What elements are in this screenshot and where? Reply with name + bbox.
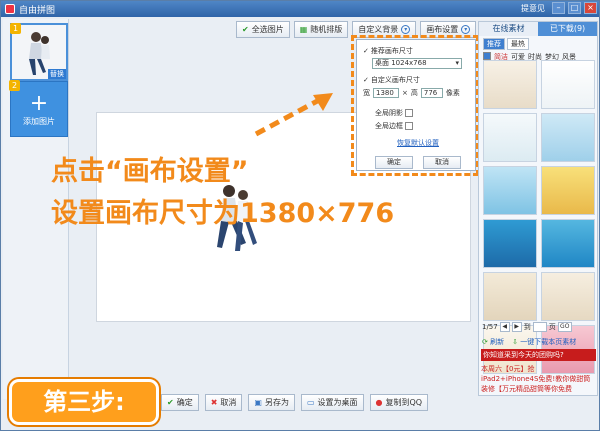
material-panel: 在线素材 已下载(9) 推荐 最热 简洁 可爱 时尚 梦幻 风景 1/57 ◀ … bbox=[478, 21, 598, 396]
cancel-button[interactable]: ✖ 取消 bbox=[204, 394, 243, 411]
category-checkbox[interactable] bbox=[483, 52, 491, 60]
check-icon: ✔ bbox=[242, 25, 249, 34]
promo-line: 本周六【0元】抢 bbox=[481, 365, 535, 373]
refresh-icon: ⟳ bbox=[482, 338, 488, 346]
chevron-down-icon: ▾ bbox=[461, 25, 471, 34]
subtab-hot[interactable]: 最热 bbox=[507, 38, 529, 50]
app-icon bbox=[5, 4, 15, 14]
ok-button[interactable]: ✔ 确定 bbox=[161, 394, 199, 411]
refresh-label: 刷新 bbox=[490, 338, 505, 346]
pagination: 1/57 ◀ ▶ 到 页 GO bbox=[482, 322, 572, 332]
custom-background-label: 自定义背景 bbox=[358, 25, 399, 34]
cancel-icon: ✖ bbox=[210, 398, 218, 407]
set-desktop-label: 设置为桌面 bbox=[317, 398, 358, 407]
canvas-settings-label: 画布设置 bbox=[426, 25, 459, 34]
select-all-label: 全选图片 bbox=[251, 25, 284, 34]
save-as-button[interactable]: ▣ 另存为 bbox=[248, 394, 295, 411]
material-tile[interactable] bbox=[541, 166, 595, 215]
page-unit-label: 页 bbox=[548, 323, 556, 331]
material-tile[interactable] bbox=[483, 166, 537, 215]
promo-line: 装修【万元精品甜筒等你免费 bbox=[481, 385, 572, 393]
qq-icon: ● bbox=[375, 398, 383, 407]
page-indicator: 1/57 bbox=[482, 323, 498, 331]
random-layout-label: 随机排版 bbox=[310, 25, 343, 34]
material-tile[interactable] bbox=[483, 113, 537, 162]
download-all-link[interactable]: ⇩ 一键下载本页素材 bbox=[512, 337, 576, 347]
plus-icon: + bbox=[29, 91, 49, 116]
feedback-link[interactable]: 提意见 bbox=[521, 3, 545, 14]
tab-downloaded[interactable]: 已下载(9) bbox=[538, 22, 597, 36]
instruction-line-1: 点击“画布设置” bbox=[51, 156, 249, 187]
material-tabs: 在线素材 已下载(9) bbox=[479, 22, 597, 36]
prev-page-button[interactable]: ◀ bbox=[499, 322, 510, 332]
refresh-link[interactable]: ⟳ 刷新 bbox=[482, 337, 504, 347]
subtab-recommend[interactable]: 推荐 bbox=[483, 38, 505, 50]
chevron-down-icon: ▾ bbox=[401, 25, 411, 34]
save-as-label: 另存为 bbox=[264, 398, 289, 407]
goto-label: 到 bbox=[523, 323, 531, 331]
replace-tag[interactable]: 替换 bbox=[48, 69, 66, 79]
material-actions: ⟳ 刷新 ⇩ 一键下载本页素材 bbox=[482, 337, 576, 347]
arrow-icon bbox=[254, 93, 333, 137]
grid-icon: ▦ bbox=[299, 25, 308, 34]
title-bar: 自由拼图 提意见 – □ × bbox=[1, 1, 599, 17]
add-image-label: 添加图片 bbox=[23, 117, 55, 126]
go-button[interactable]: GO bbox=[557, 322, 572, 332]
cancel-label: 取消 bbox=[220, 398, 237, 407]
window-title: 自由拼图 bbox=[19, 5, 56, 16]
material-tile[interactable] bbox=[483, 272, 537, 321]
app-window: 自由拼图 提意见 – □ × 1 替换 2 + 添加图片 ✔ 全选图片 ▦ 随机… bbox=[0, 0, 600, 431]
material-tile[interactable] bbox=[483, 219, 537, 268]
material-tile[interactable] bbox=[483, 60, 537, 109]
image-thumbnail-1[interactable]: 1 替换 bbox=[10, 23, 68, 81]
tab-online-material[interactable]: 在线素材 bbox=[479, 22, 538, 36]
set-desktop-button[interactable]: ▭ 设置为桌面 bbox=[300, 394, 364, 411]
material-tile[interactable] bbox=[541, 219, 595, 268]
copy-to-qq-button[interactable]: ● 复制到QQ bbox=[369, 394, 429, 411]
maximize-button[interactable]: □ bbox=[568, 2, 581, 14]
thumbnail-index-badge: 1 bbox=[10, 23, 21, 34]
promo-text[interactable]: 本周六【0元】抢 iPad2+iPhone4S免费!教你做甜筒 装修【万元精品甜… bbox=[481, 364, 596, 394]
select-all-button[interactable]: ✔ 全选图片 bbox=[236, 21, 290, 38]
step-label: 第三步: bbox=[9, 379, 159, 425]
material-tile[interactable] bbox=[541, 60, 595, 109]
highlight-frame bbox=[351, 35, 479, 176]
add-index-badge: 2 bbox=[9, 80, 20, 91]
ok-label: 确定 bbox=[176, 398, 193, 407]
material-tile[interactable] bbox=[541, 113, 595, 162]
instruction-line-2: 设置画布尺寸为1380×776 bbox=[51, 198, 395, 229]
download-all-label: 一键下载本页素材 bbox=[520, 338, 577, 346]
copy-to-qq-label: 复制到QQ bbox=[385, 398, 423, 407]
desktop-icon: ▭ bbox=[306, 398, 315, 407]
material-tile[interactable] bbox=[541, 272, 595, 321]
save-icon: ▣ bbox=[254, 398, 262, 407]
promo-line: iPad2+iPhone4S免费!教你做甜筒 bbox=[481, 375, 591, 383]
add-image-button[interactable]: 2 + 添加图片 bbox=[9, 80, 68, 137]
next-page-button[interactable]: ▶ bbox=[511, 322, 522, 332]
title-controls: 提意见 – □ × bbox=[521, 2, 597, 14]
promo-banner[interactable]: 你知道采到今天的团购吗? bbox=[481, 349, 596, 361]
bottom-toolbar: ✔ 确定 ✖ 取消 ▣ 另存为 ▭ 设置为桌面 ● 复制到QQ bbox=[161, 394, 429, 411]
close-button[interactable]: × bbox=[584, 2, 597, 14]
random-layout-button[interactable]: ▦ 随机排版 bbox=[293, 21, 349, 38]
minimize-button[interactable]: – bbox=[552, 2, 565, 14]
check-icon: ✔ bbox=[167, 398, 174, 407]
download-icon: ⇩ bbox=[512, 338, 518, 346]
page-input[interactable] bbox=[532, 322, 547, 332]
material-subtabs: 推荐 最热 bbox=[479, 36, 597, 52]
